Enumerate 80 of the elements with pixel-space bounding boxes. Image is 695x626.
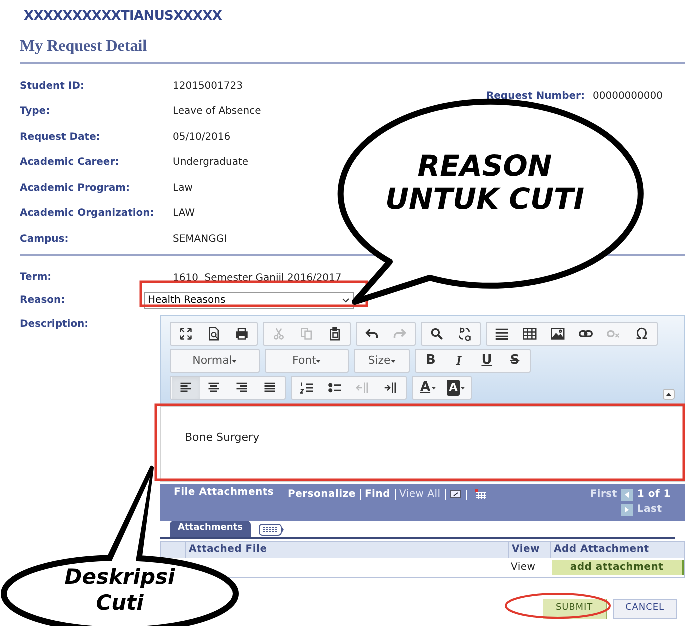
- format-button[interactable]: A: [414, 377, 442, 399]
- field-value: SEMANGGI: [173, 232, 228, 247]
- replace-text-icon: [458, 327, 472, 341]
- column-header: View: [508, 542, 550, 558]
- copy-icon: [300, 327, 314, 341]
- callout-text: Cuti: [96, 590, 144, 616]
- caret-down-icon: [316, 360, 322, 362]
- column-header: Attached File: [185, 542, 508, 558]
- field-value: 1610 Semester Ganjil 2016/2017: [172, 272, 343, 286]
- field-label: Campus:: [20, 232, 70, 247]
- bullet-list-icon: [328, 381, 342, 395]
- field-value: 00000000000: [593, 90, 663, 104]
- search-icon: [430, 327, 444, 341]
- grid-link[interactable]: Personalize: [284, 489, 361, 500]
- callout-text: Deskripsi: [64, 564, 176, 590]
- redo-arrow-icon: [393, 327, 407, 341]
- collapse-toolbar-icon[interactable]: [663, 389, 675, 400]
- align-left-icon: [179, 381, 193, 395]
- field-value: Leave of Absence: [173, 105, 262, 120]
- align-left-button[interactable]: [172, 377, 200, 399]
- header-cell: [161, 542, 185, 558]
- scissors-icon: [272, 327, 286, 341]
- style-dropdown[interactable]: Font: [267, 350, 347, 372]
- printer-icon: [235, 327, 249, 341]
- format-button[interactable]: S: [501, 350, 529, 372]
- field-label: Term:: [20, 271, 53, 285]
- field-label: Description:: [20, 319, 89, 330]
- caret-down-icon: [390, 360, 396, 362]
- field-label: Academic Career:: [20, 156, 120, 170]
- outdent-icon: [356, 381, 370, 395]
- field-label: Student ID:: [20, 80, 86, 94]
- chevron-down-icon: [342, 298, 350, 303]
- pager-count: 1 of 1: [637, 488, 671, 502]
- field-label: Academic Program:: [20, 182, 131, 196]
- user-name: XXXXXXXXXXTIANUSXXXXX: [23, 8, 224, 26]
- callout-text: REASON: [418, 150, 552, 184]
- undo-arrow-icon: [365, 327, 379, 341]
- zoom-window-icon[interactable]: [450, 490, 462, 500]
- format-button[interactable]: A: [442, 377, 470, 399]
- horizontal-lines-icon: [495, 327, 509, 341]
- field-label: Type:: [20, 105, 52, 120]
- field-value: Law: [173, 182, 194, 196]
- caret-down-icon: [432, 386, 436, 390]
- view-link[interactable]: View: [508, 558, 550, 577]
- field-value: 05/10/2016: [173, 130, 232, 145]
- numbered-list-icon: [300, 381, 314, 395]
- format-button[interactable]: Ω: [628, 323, 656, 345]
- page-title: My Request Detail: [20, 38, 148, 54]
- document-search-icon: [207, 327, 221, 341]
- maximize-icon: [179, 327, 193, 341]
- style-dropdown[interactable]: Normal: [172, 350, 258, 372]
- description-input[interactable]: Bone Surgery: [160, 406, 685, 482]
- align-center-icon: [207, 381, 221, 395]
- field-value: LAW: [173, 207, 196, 222]
- format-button[interactable]: I: [445, 350, 473, 372]
- table-icon: [523, 327, 537, 341]
- show-all-columns-icon[interactable]: [258, 524, 285, 536]
- field-label: Academic Organization:: [20, 207, 156, 222]
- format-button[interactable]: B: [417, 350, 445, 372]
- add-attachment-button[interactable]: add attachment: [552, 560, 684, 575]
- image-icon: [551, 327, 565, 341]
- section-title: File Attachments: [174, 487, 276, 499]
- field-label: Request Date:: [20, 130, 102, 145]
- field-value: 12015001723: [173, 80, 244, 94]
- field-label: Reason:: [20, 294, 66, 308]
- cancel-button[interactable]: CANCEL: [613, 599, 677, 619]
- justify-icon: [263, 381, 277, 395]
- align-right-icon: [235, 381, 249, 395]
- style-dropdown[interactable]: Size: [356, 350, 408, 372]
- field-label: Request Number:: [486, 90, 585, 104]
- callout-text: UNTUK CUTI: [385, 183, 585, 217]
- format-button[interactable]: U: [473, 350, 501, 372]
- grid-link[interactable]: Find: [360, 489, 396, 500]
- caret-down-icon: [232, 360, 238, 362]
- caret-down-icon: [460, 386, 465, 390]
- column-header: Add Attachment: [550, 542, 684, 558]
- grid-download-icon[interactable]: [474, 489, 487, 500]
- indent-icon: [384, 381, 398, 395]
- attachments-tab[interactable]: Attachments: [170, 521, 251, 537]
- clipboard-icon: [328, 327, 342, 341]
